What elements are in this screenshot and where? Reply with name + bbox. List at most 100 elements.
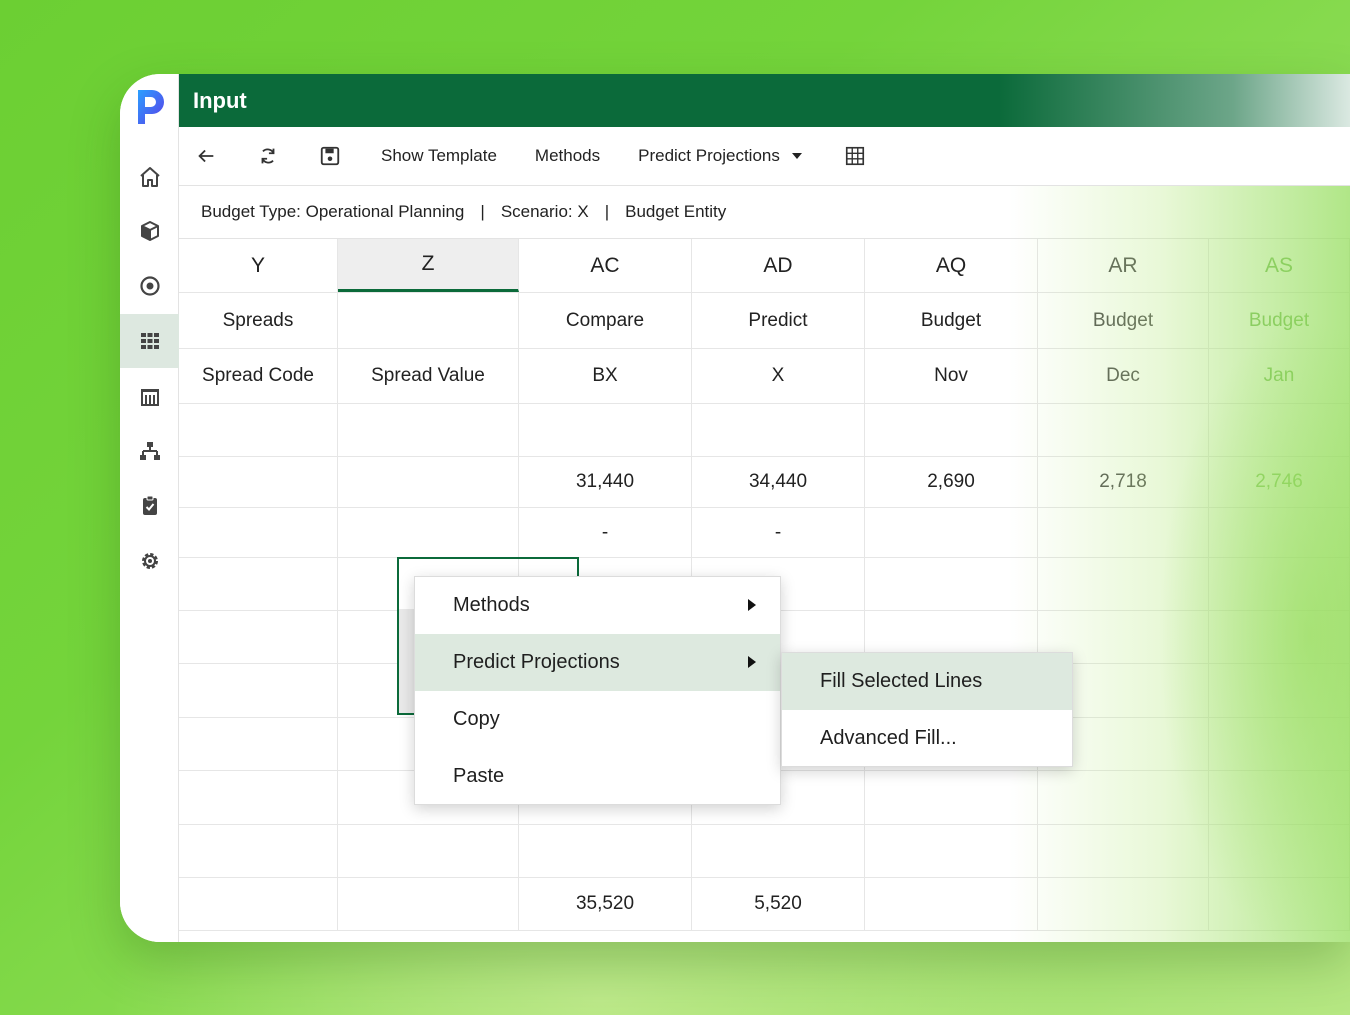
table-cell[interactable] <box>1209 558 1350 610</box>
home-icon[interactable] <box>120 150 179 204</box>
table-cell[interactable] <box>179 508 338 557</box>
table-cell[interactable] <box>865 558 1038 610</box>
table-cell[interactable]: Dec <box>1038 349 1209 403</box>
table-cell[interactable] <box>338 878 519 930</box>
menu-item-fill-selected-lines[interactable]: Fill Selected Lines <box>782 653 1072 710</box>
table-cell[interactable] <box>865 404 1038 456</box>
table-cell[interactable] <box>338 457 519 507</box>
table-cell[interactable] <box>865 508 1038 557</box>
table-cell[interactable] <box>179 404 338 456</box>
back-button[interactable] <box>191 141 221 171</box>
column-header-row: Y Z AC AD AQ AR AS <box>179 239 1350 293</box>
table-cell[interactable] <box>1209 508 1350 557</box>
building-icon[interactable] <box>120 369 179 423</box>
table-cell[interactable]: 35,520 <box>519 878 692 930</box>
menu-item-predict-projections[interactable]: Predict Projections <box>415 634 780 691</box>
table-cell[interactable] <box>179 825 338 877</box>
table-cell[interactable] <box>1038 878 1209 930</box>
clipboard-check-icon[interactable] <box>120 479 179 533</box>
table-cell[interactable] <box>692 825 865 877</box>
table-cell[interactable]: Budget <box>1209 293 1350 348</box>
table-row <box>179 825 1350 878</box>
table-cell[interactable] <box>692 404 865 456</box>
table-cell[interactable] <box>1038 508 1209 557</box>
column-header[interactable]: AS <box>1209 239 1350 292</box>
menu-item-label: Advanced Fill... <box>820 727 957 749</box>
menu-item-advanced-fill[interactable]: Advanced Fill... <box>782 710 1072 767</box>
table-cell[interactable]: Compare <box>519 293 692 348</box>
table-cell[interactable] <box>179 771 338 824</box>
table-cell[interactable]: Nov <box>865 349 1038 403</box>
table-cell[interactable]: 31,440 <box>519 457 692 507</box>
target-icon[interactable] <box>120 259 179 313</box>
table-cell[interactable] <box>179 558 338 610</box>
table-cell[interactable] <box>179 718 338 770</box>
table-cell[interactable]: Jan <box>1209 349 1350 403</box>
table-cell[interactable] <box>1038 825 1209 877</box>
table-cell[interactable]: 5,520 <box>692 878 865 930</box>
menu-item-label: Fill Selected Lines <box>820 670 983 692</box>
table-cell[interactable] <box>338 508 519 557</box>
table-cell[interactable]: 2,718 <box>1038 457 1209 507</box>
table-cell[interactable]: BX <box>519 349 692 403</box>
menu-item-methods[interactable]: Methods <box>415 577 780 634</box>
table-cell[interactable] <box>338 825 519 877</box>
table-cell[interactable] <box>338 404 519 456</box>
menu-item-paste[interactable]: Paste <box>415 748 780 805</box>
header-row-type: Spreads Compare Predict Budget Budget Budget <box>179 293 1350 349</box>
cube-icon[interactable] <box>120 204 179 258</box>
app-logo <box>138 90 164 124</box>
menu-item-copy[interactable]: Copy <box>415 691 780 748</box>
table-grid-icon[interactable] <box>120 314 179 368</box>
table-cell[interactable] <box>519 825 692 877</box>
table-cell[interactable] <box>865 825 1038 877</box>
table-cell[interactable]: 2,690 <box>865 457 1038 507</box>
table-cell[interactable] <box>1038 404 1209 456</box>
column-header[interactable]: Y <box>179 239 338 292</box>
table-cell[interactable] <box>1209 404 1350 456</box>
column-header[interactable]: AD <box>692 239 865 292</box>
table-cell[interactable]: Spread Value <box>338 349 519 403</box>
table-cell[interactable]: Spreads <box>179 293 338 348</box>
column-header[interactable]: AR <box>1038 239 1209 292</box>
table-cell[interactable] <box>179 878 338 930</box>
refresh-button[interactable] <box>253 141 283 171</box>
table-cell[interactable]: 2,746 <box>1209 457 1350 507</box>
table-cell[interactable] <box>1209 664 1350 717</box>
table-cell[interactable] <box>179 611 338 663</box>
table-cell[interactable]: 34,440 <box>692 457 865 507</box>
table-cell[interactable]: - <box>519 508 692 557</box>
table-cell[interactable] <box>519 404 692 456</box>
save-icon <box>320 146 340 166</box>
column-header[interactable]: AC <box>519 239 692 292</box>
table-cell[interactable] <box>179 457 338 507</box>
table-cell[interactable]: - <box>692 508 865 557</box>
table-cell[interactable]: Budget <box>865 293 1038 348</box>
save-button[interactable] <box>315 141 345 171</box>
methods-button[interactable]: Methods <box>535 146 600 166</box>
table-cell[interactable]: X <box>692 349 865 403</box>
table-cell[interactable] <box>179 664 338 717</box>
column-header[interactable]: Z <box>338 239 519 292</box>
table-cell[interactable]: Spread Code <box>179 349 338 403</box>
grid-view-button[interactable] <box>840 141 870 171</box>
table-cell[interactable] <box>1038 771 1209 824</box>
gear-icon[interactable] <box>120 534 179 588</box>
table-cell[interactable] <box>1209 878 1350 930</box>
table-cell[interactable] <box>1038 558 1209 610</box>
column-header[interactable]: AQ <box>865 239 1038 292</box>
table-cell[interactable] <box>1209 611 1350 663</box>
chevron-right-icon <box>748 599 756 611</box>
table-cell[interactable] <box>1209 718 1350 770</box>
table-cell[interactable] <box>865 878 1038 930</box>
table-cell[interactable] <box>1209 771 1350 824</box>
table-cell[interactable]: Predict <box>692 293 865 348</box>
table-cell[interactable]: Budget <box>1038 293 1209 348</box>
hierarchy-icon[interactable] <box>120 424 179 478</box>
table-cell[interactable] <box>338 293 519 348</box>
show-template-button[interactable]: Show Template <box>381 146 497 166</box>
refresh-icon <box>261 148 275 164</box>
predict-projections-dropdown[interactable]: Predict Projections <box>638 146 802 166</box>
table-cell[interactable] <box>1209 825 1350 877</box>
table-cell[interactable] <box>865 771 1038 824</box>
